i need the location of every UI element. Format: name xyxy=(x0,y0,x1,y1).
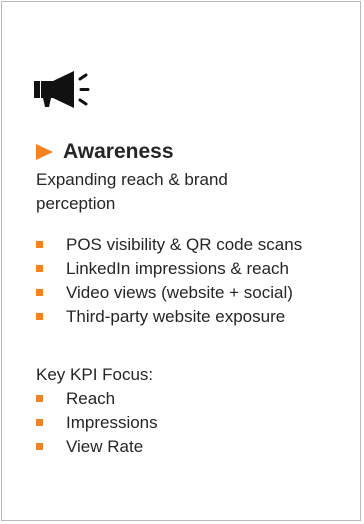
list-item: LinkedIn impressions & reach xyxy=(36,257,302,281)
bullet-square-icon xyxy=(36,289,43,296)
kpi-item: Reach xyxy=(36,387,158,411)
bullet-square-icon xyxy=(36,313,43,320)
section-heading: Awareness xyxy=(36,138,174,166)
kpi-label: Key KPI Focus: xyxy=(36,365,154,384)
list-item-text: POS visibility & QR code scans xyxy=(66,235,303,254)
megaphone-icon xyxy=(34,71,90,108)
list-item-text: LinkedIn impressions & reach xyxy=(66,259,290,278)
list-item-text: Third-party website exposure xyxy=(66,307,286,326)
section-subtitle: Expanding reach & brand perception xyxy=(36,170,228,213)
kpi-list: Reach Impressions View Rate xyxy=(36,387,158,459)
awareness-card: Awareness Expanding reach & brand percep… xyxy=(1,1,361,521)
list-item: Third-party website exposure xyxy=(36,305,302,329)
kpi-item: Impressions xyxy=(36,411,158,435)
list-item-text: Video views (website + social) xyxy=(66,283,293,302)
kpi-item-text: Impressions xyxy=(66,413,158,432)
list-item: Video views (website + social) xyxy=(36,281,302,305)
list-item: POS visibility & QR code scans xyxy=(36,233,302,257)
section-title: Awareness xyxy=(63,140,174,163)
kpi-item-text: Reach xyxy=(66,389,116,408)
bullet-square-icon xyxy=(36,241,43,248)
bullet-square-icon xyxy=(36,443,43,450)
bullet-square-icon xyxy=(36,395,43,402)
bullet-list: POS visibility & QR code scans LinkedIn … xyxy=(36,233,302,329)
bullet-square-icon xyxy=(36,419,43,426)
bullet-square-icon xyxy=(36,265,43,272)
kpi-item: View Rate xyxy=(36,435,158,459)
arrow-right-icon xyxy=(36,144,53,160)
kpi-item-text: View Rate xyxy=(66,437,144,456)
